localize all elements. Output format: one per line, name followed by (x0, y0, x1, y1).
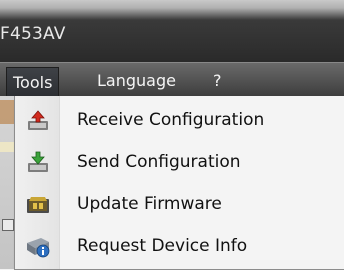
title-bar: F453AV (0, 0, 344, 62)
device-info-icon (27, 238, 50, 258)
menu-item-label: Receive Configuration (77, 110, 265, 130)
menu-tools[interactable]: Tools (6, 67, 60, 98)
menu-bar: Tools Language ? (0, 62, 344, 98)
menu-item-request-device-info[interactable]: Request Device Info (15, 226, 344, 268)
tools-dropdown-menu: Receive Configuration Send Configuration… (14, 96, 344, 270)
menu-item-update-firmware[interactable]: Update Firmware (15, 184, 344, 226)
window-title: F453AV (0, 24, 66, 44)
menu-item-label: Update Firmware (77, 194, 222, 214)
menu-help[interactable]: ? (213, 69, 222, 93)
menu-item-receive-configuration[interactable]: Receive Configuration (15, 100, 344, 142)
update-firmware-icon (27, 197, 49, 213)
menu-item-label: Request Device Info (77, 236, 248, 256)
receive-config-icon (28, 110, 48, 130)
menu-language[interactable]: Language (97, 69, 176, 93)
toolbar-highlight-fragment (0, 142, 14, 152)
menu-item-label: Send Configuration (77, 152, 241, 172)
toolbar-icon-fragment (0, 100, 14, 124)
send-config-icon (28, 151, 48, 172)
menu-item-send-configuration[interactable]: Send Configuration (15, 142, 344, 184)
toolbar-control-fragment (2, 219, 14, 231)
